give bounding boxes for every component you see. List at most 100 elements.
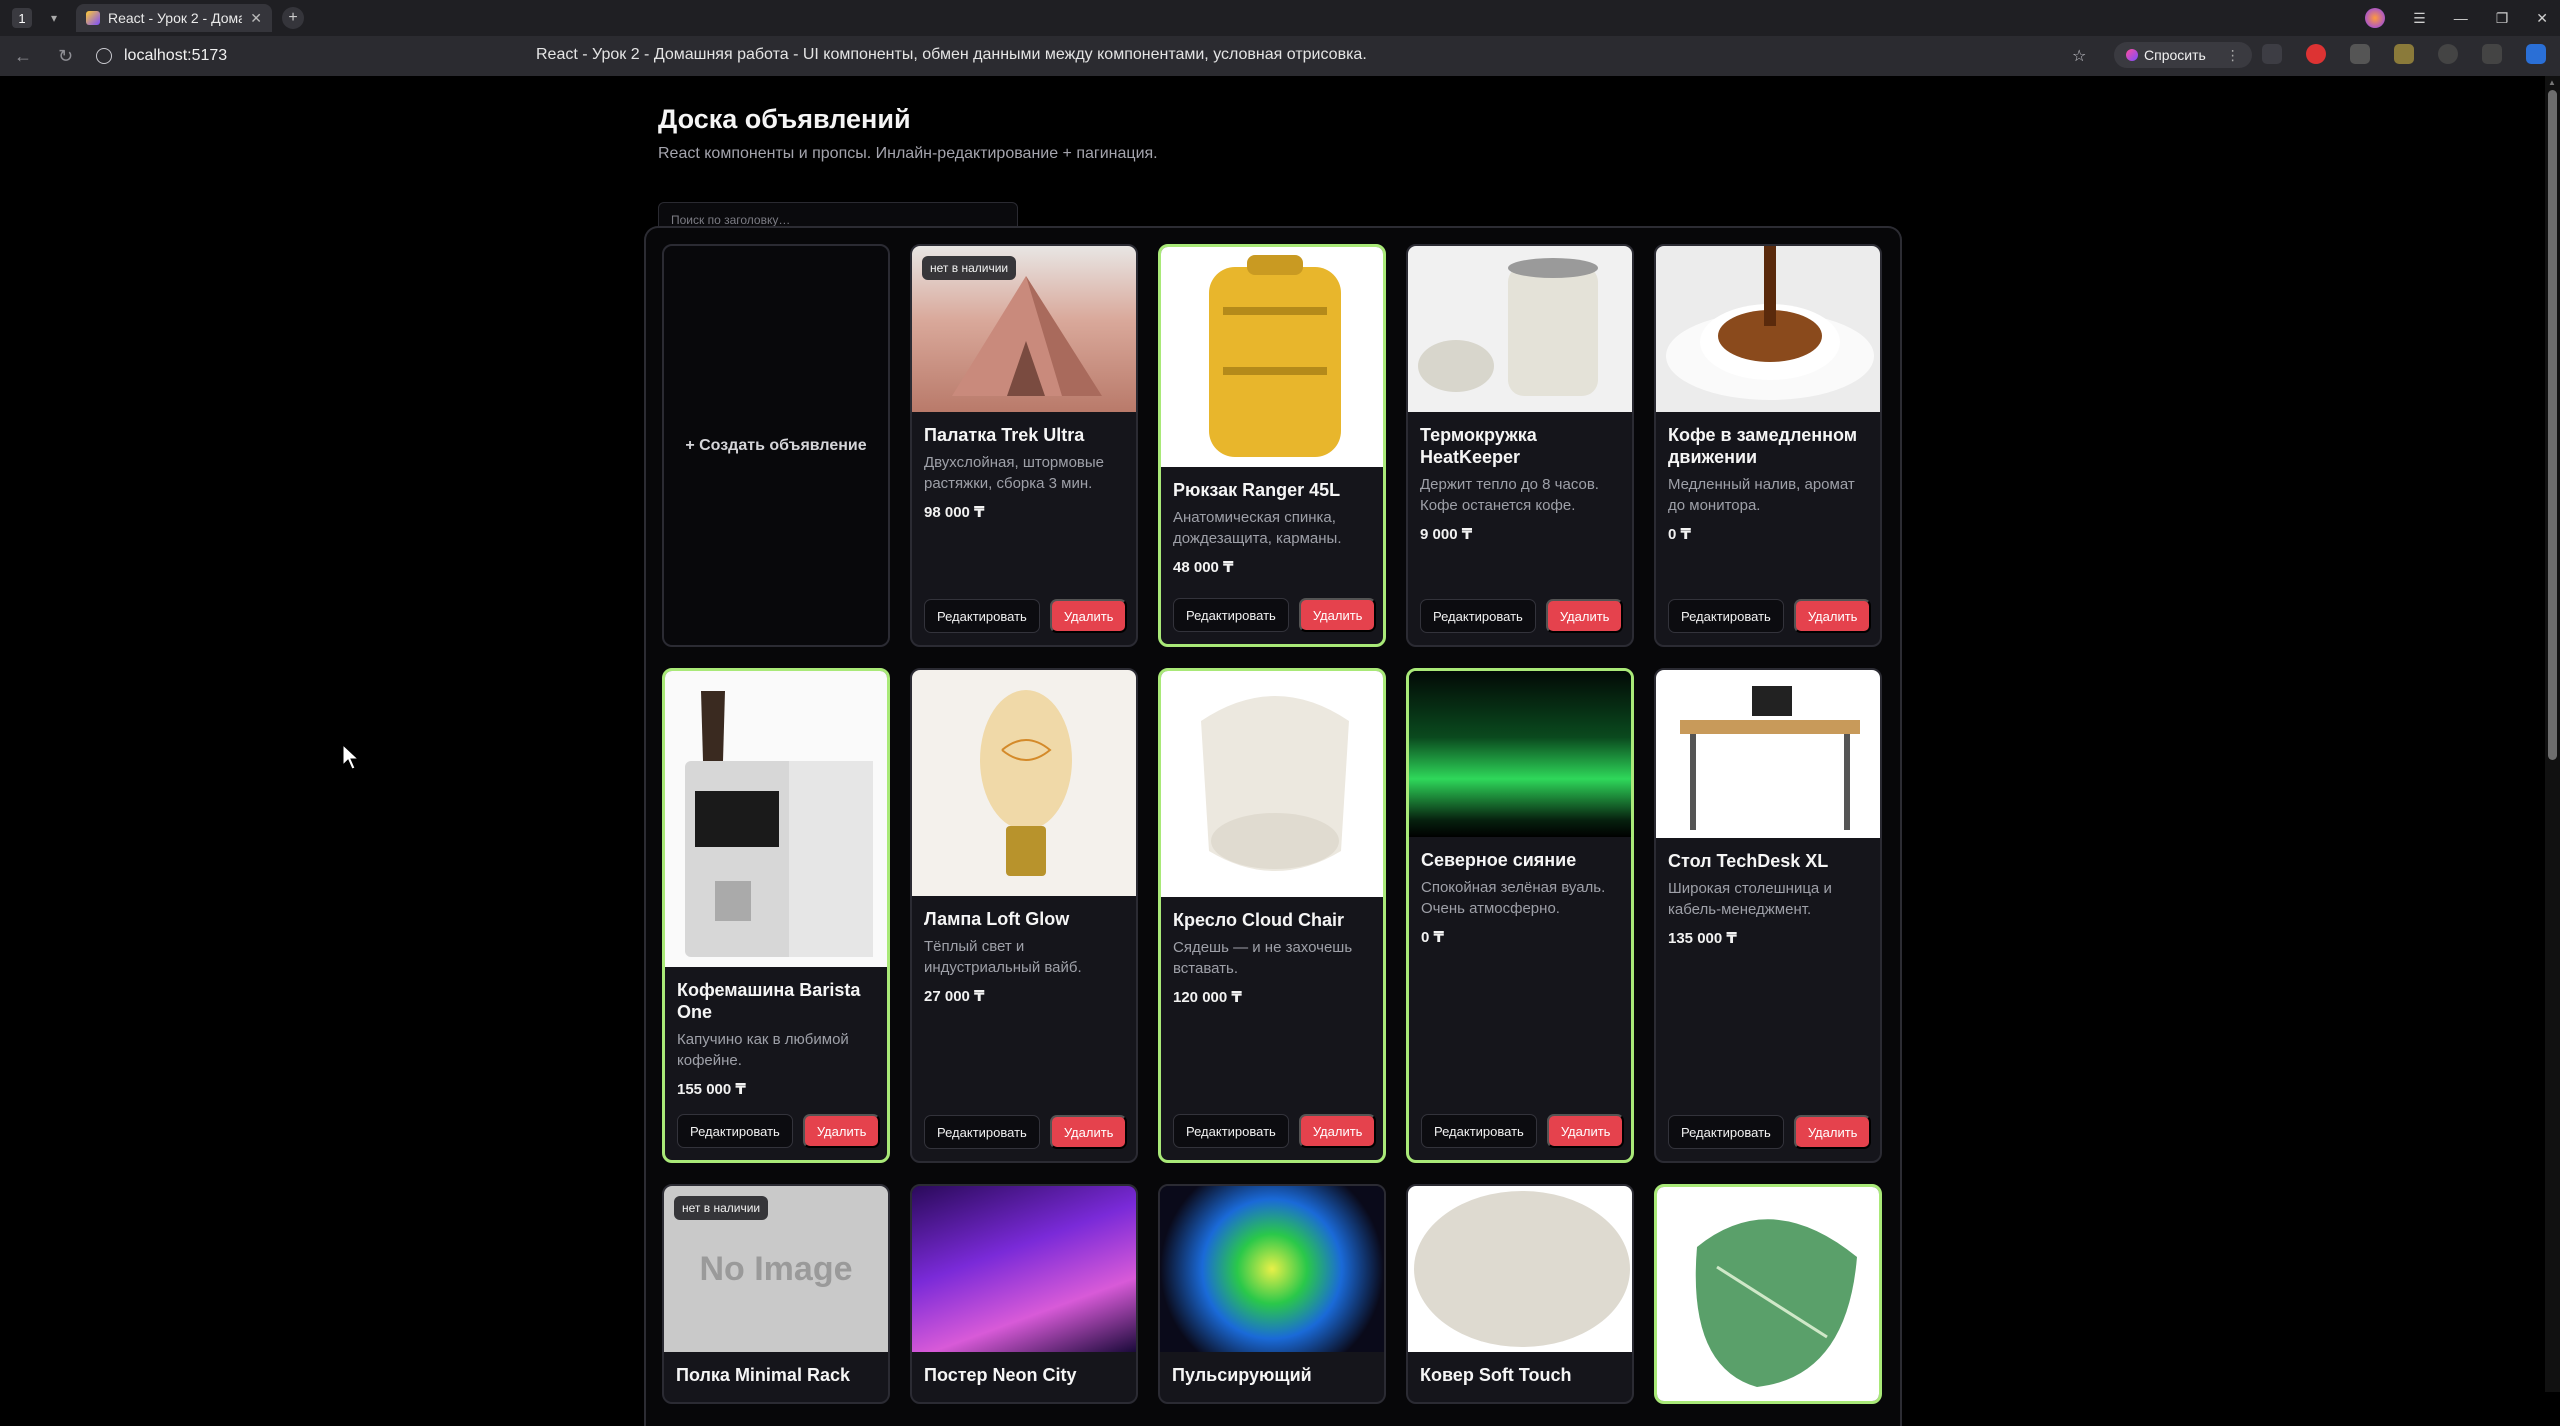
bookmark-icon[interactable]: ☆ [2072, 46, 2086, 66]
extensions-icon[interactable] [2482, 44, 2502, 64]
edit-button[interactable]: Редактировать [1173, 598, 1289, 632]
edit-button[interactable]: Редактировать [1668, 1115, 1784, 1149]
ad-image [1161, 247, 1383, 467]
edit-button[interactable]: Редактировать [1420, 599, 1536, 633]
ad-card: Постер Neon City [910, 1184, 1138, 1404]
tab-count-badge[interactable]: 1 [12, 8, 32, 28]
delete-button[interactable]: Удалить [1793, 599, 1872, 633]
coffee-machine-image [685, 691, 873, 957]
extension-icon[interactable] [2394, 44, 2414, 64]
delete-button[interactable]: Удалить [1298, 598, 1377, 632]
ad-price: 48 000 ₸ [1173, 559, 1234, 576]
url-text: localhost:5173 [124, 47, 228, 64]
reload-icon[interactable]: ↻ [58, 46, 73, 67]
ad-card: Пульсирующий [1158, 1184, 1386, 1404]
ad-title: Кофе в замедленном движении [1668, 425, 1858, 467]
ad-title: Северное сияние [1421, 850, 1577, 870]
ad-image [1409, 671, 1631, 837]
close-window-icon[interactable]: ✕ [2536, 10, 2548, 27]
page-scrollbar[interactable]: ▲ [2545, 76, 2560, 1392]
ad-card-selected: Рюкзак Ranger 45L Анатомическая спинка, … [1158, 244, 1386, 647]
ad-title: Пульсирующий [1172, 1365, 1312, 1385]
ask-button[interactable]: Спросить ⋮ [2114, 42, 2252, 68]
ad-description: Анатомическая спинка, дождезащита, карма… [1173, 509, 1342, 547]
ask-label: Спросить [2144, 47, 2206, 63]
restore-icon[interactable]: ❐ [2496, 10, 2509, 27]
ad-card-selected: Кофемашина Barista One Капучино как в лю… [662, 668, 890, 1163]
ad-price: 98 000 ₸ [924, 504, 985, 521]
ai-icon [2126, 49, 2138, 61]
ad-image [912, 670, 1136, 896]
edit-button[interactable]: Редактировать [1173, 1114, 1289, 1148]
page-subtitle: React компоненты и пропсы. Инлайн-редакт… [658, 145, 1158, 162]
delete-button[interactable]: Удалить [1298, 1114, 1377, 1148]
new-tab-button[interactable]: + [282, 7, 304, 29]
ad-price: 120 000 ₸ [1173, 989, 1242, 1006]
favicon-icon [86, 11, 100, 25]
mouse-cursor-icon [342, 744, 360, 770]
adblock-extension-icon[interactable] [2306, 44, 2326, 64]
shield-extension-icon[interactable] [2262, 44, 2282, 64]
back-icon[interactable]: ← [14, 46, 32, 67]
scrollbar-thumb[interactable] [2548, 90, 2557, 760]
scroll-up-icon[interactable]: ▲ [2548, 78, 2556, 87]
minimize-icon[interactable]: — [2454, 10, 2468, 26]
delete-button[interactable]: Удалить [1793, 1115, 1872, 1149]
delete-button[interactable]: Удалить [1049, 1115, 1128, 1149]
create-ad-button[interactable]: + Создать объявление [662, 244, 890, 647]
ad-title: Постер Neon City [924, 1365, 1077, 1385]
menu-icon[interactable]: ☰ [2413, 10, 2426, 27]
ad-price: 155 000 ₸ [677, 1081, 746, 1098]
armchair-image [1201, 696, 1349, 871]
page-viewport: Доска объявлений React компоненты и проп… [0, 76, 2545, 1426]
out-of-stock-badge: нет в наличии [922, 256, 1017, 280]
page-title-text: React - Урок 2 - Домашняя работа - UI ко… [536, 46, 1367, 63]
coffee-cup-image [1666, 246, 1874, 400]
ad-description: Сядешь — и не захочешь вставать. [1173, 939, 1353, 977]
delete-button[interactable]: Удалить [802, 1114, 881, 1148]
ad-image [1160, 1186, 1384, 1352]
ad-card-selected [1654, 1184, 1882, 1404]
ad-description: Держит тепло до 8 часов. Кофе останется … [1420, 476, 1599, 514]
ad-title: Лампа Loft Glow [924, 909, 1070, 929]
more-icon[interactable]: ⋮ [2226, 47, 2240, 64]
ad-title: Термокружка HeatKeeper [1420, 425, 1537, 467]
site-info-icon[interactable] [96, 48, 112, 64]
browser-tab[interactable]: React - Урок 2 - Домаш ✕ [76, 4, 272, 32]
edit-button[interactable]: Редактировать [924, 599, 1040, 633]
ad-image [1656, 246, 1880, 412]
delete-button[interactable]: Удалить [1049, 599, 1128, 633]
delete-button[interactable]: Удалить [1545, 599, 1624, 633]
ad-price: 135 000 ₸ [1668, 930, 1737, 947]
profile-icon[interactable] [2365, 8, 2386, 28]
edit-button[interactable]: Редактировать [924, 1115, 1040, 1149]
page-heading: Доска объявлений [658, 104, 911, 134]
out-of-stock-badge: нет в наличии [674, 1196, 769, 1220]
edit-button[interactable]: Редактировать [1421, 1114, 1537, 1148]
media-extension-icon[interactable] [2438, 44, 2458, 64]
ad-description: Двухслойная, штормовые растяжки, сборка … [924, 454, 1105, 492]
ad-title: Полка Minimal Rack [676, 1365, 850, 1385]
ad-title: Кресло Cloud Chair [1173, 910, 1344, 930]
account-extension-icon[interactable] [2526, 44, 2546, 64]
chevron-down-icon[interactable]: ▾ [44, 8, 64, 28]
ad-card-selected: Кресло Cloud Chair Сядешь — и не захочеш… [1158, 668, 1386, 1163]
ad-image: No Image нет в наличии [664, 1186, 888, 1352]
ad-image [1408, 1186, 1632, 1352]
ad-image [1161, 671, 1383, 897]
edit-button[interactable]: Редактировать [677, 1114, 793, 1148]
ad-image [1657, 1187, 1879, 1401]
vue-extension-icon[interactable] [2350, 44, 2370, 64]
ad-card-selected: Северное сияние Спокойная зелёная вуаль.… [1406, 668, 1634, 1163]
ad-description: Спокойная зелёная вуаль. Очень атмосферн… [1421, 879, 1606, 917]
ad-image [1656, 670, 1880, 838]
ad-image [665, 671, 887, 967]
rug-image [1414, 1191, 1630, 1347]
ad-price: 9 000 ₸ [1420, 526, 1473, 543]
delete-button[interactable]: Удалить [1546, 1114, 1625, 1148]
edit-button[interactable]: Редактировать [1668, 599, 1784, 633]
ad-card: Ковер Soft Touch [1406, 1184, 1634, 1404]
ad-title: Палатка Trek Ultra [924, 425, 1085, 445]
ad-description: Тёплый свет и индустриальный вайб. [924, 938, 1082, 976]
close-icon[interactable]: ✕ [250, 10, 262, 27]
